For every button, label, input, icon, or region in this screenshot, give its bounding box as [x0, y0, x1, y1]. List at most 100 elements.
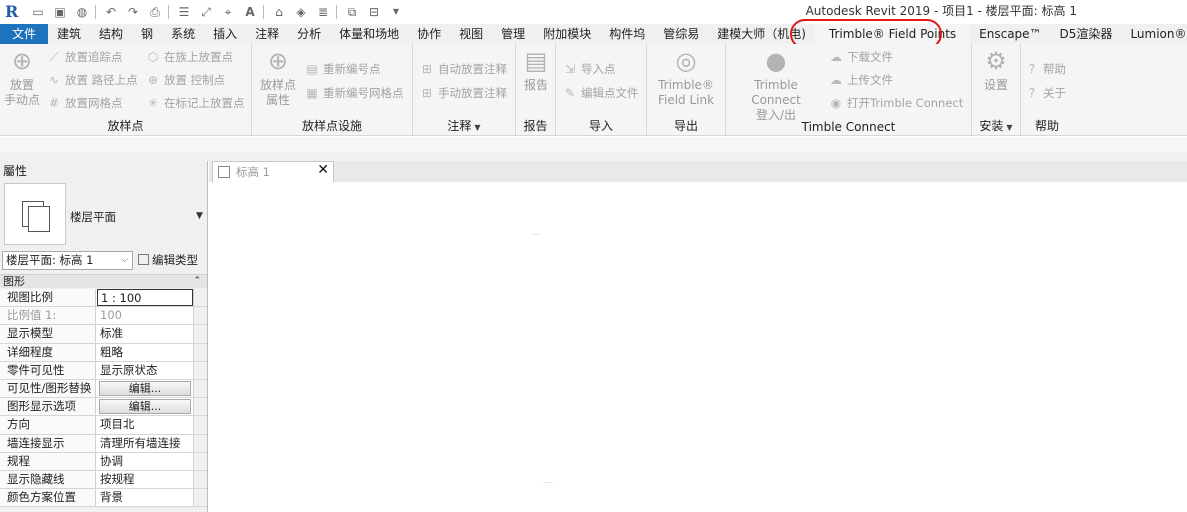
qat-dropdown-icon[interactable]: ▼ [389, 5, 403, 19]
tab-guanzongyi[interactable]: 管综易 [654, 24, 708, 44]
field-link-button[interactable]: ◎ Trimble® Field Link [651, 46, 721, 108]
tab-addins[interactable]: 附加模块 [534, 24, 600, 44]
edit-points-file-button[interactable]: ✎ 编辑点文件 [562, 82, 639, 104]
prop-value: 编辑... [97, 398, 193, 415]
switch-windows-icon[interactable]: ⊟ [367, 5, 381, 19]
help-icon: ? [1028, 62, 1036, 76]
save-icon[interactable]: ▣ [53, 5, 67, 19]
edit-type-label: 编辑类型 [152, 253, 198, 267]
prop-row-view-scale[interactable]: 视图比例 1 : 100 [0, 289, 207, 308]
report-button[interactable]: ▤ 报告 [514, 46, 558, 93]
tab-lumion[interactable]: Lumion® [1121, 24, 1187, 44]
upload-file-button[interactable]: ☁ 上传文件 [828, 69, 893, 91]
close-icon[interactable]: ✕ [317, 162, 329, 178]
tab-annotate[interactable]: 注释 [246, 24, 288, 44]
place-on-mark-button[interactable]: ✳ 在标记上放置点 [145, 92, 245, 114]
collapse-icon[interactable]: ⌃ [193, 275, 201, 288]
type-thumbnail[interactable] [4, 183, 66, 245]
measure-icon[interactable]: ☰ [177, 5, 191, 19]
renumber-points-button[interactable]: ▤ 重新编号点 [304, 58, 380, 80]
print-icon[interactable]: ⎙ [148, 5, 162, 19]
tab-enscape[interactable]: Enscape™ [970, 24, 1050, 44]
tab-steel[interactable]: 钢 [132, 24, 162, 44]
prop-value[interactable]: 显示原状态 [97, 362, 193, 379]
edit-graphic-display-button[interactable]: 编辑... [99, 399, 191, 415]
prop-row-wall-join-display[interactable]: 墙连接显示 清理所有墙连接 [0, 434, 207, 453]
tab-analyze[interactable]: 分析 [288, 24, 330, 44]
edit-visibility-button[interactable]: 编辑... [99, 380, 191, 396]
open-icon[interactable]: ▭ [31, 5, 45, 19]
type-dropdown-arrow[interactable]: ▼ [196, 211, 203, 221]
renumber-grid-points-button[interactable]: ▦ 重新编号网格点 [304, 82, 403, 104]
manual-tag-button[interactable]: ⊞ 手动放置注释 [419, 82, 507, 104]
type-name[interactable]: 楼层平面 [70, 209, 116, 225]
edit-type-button[interactable]: 编辑类型 [138, 251, 198, 270]
instance-selector[interactable]: 楼层平面: 标高 1 ⌵ [2, 251, 133, 270]
panel-title-trimble-connect: Timble Connect [801, 120, 896, 134]
prop-row-show-hidden-lines[interactable]: 显示隐藏线 按规程 [0, 470, 207, 490]
3d-view-icon[interactable]: ⌂ [272, 5, 286, 19]
download-file-button[interactable]: ☁ 下载文件 [828, 46, 893, 68]
prop-row-display-model[interactable]: 显示模型 标准 [0, 325, 207, 344]
revit-logo[interactable]: R [5, 3, 23, 21]
undo-icon[interactable]: ↶ [104, 5, 118, 19]
tab-d5-renderer[interactable]: D5渲染器 [1051, 24, 1122, 44]
prop-value[interactable]: 标准 [97, 325, 193, 342]
manual-tag-icon: ⊞ [421, 86, 433, 100]
tab-view[interactable]: 视图 [450, 24, 492, 44]
place-trace-point-button[interactable]: ⟋ 放置追踪点 [46, 46, 123, 68]
tab-modeling-master[interactable]: 建模大师（机电) [708, 24, 815, 44]
point-properties-button[interactable]: ⊕ 放样点 属性 [256, 46, 300, 108]
tab-massing-site[interactable]: 体量和场地 [330, 24, 408, 44]
tag-icon[interactable]: ⌖ [221, 5, 235, 19]
prop-value[interactable]: 项目北 [97, 416, 193, 433]
dimension-icon[interactable]: ⤢ [199, 5, 213, 19]
close-hidden-icon[interactable]: ⧉ [345, 5, 359, 19]
help-button[interactable]: ? 帮助 [1024, 58, 1066, 80]
prop-row-detail-level[interactable]: 详细程度 粗略 [0, 343, 207, 362]
view-tab-level-1[interactable]: 标高 1 ✕ [212, 161, 334, 182]
prop-row-discipline[interactable]: 规程 协调 [0, 452, 207, 471]
drawing-canvas[interactable] [209, 182, 1187, 512]
prop-value[interactable]: 粗略 [97, 344, 193, 361]
text-icon[interactable]: A [243, 5, 257, 19]
about-button[interactable]: ? 关于 [1024, 82, 1066, 104]
tab-file[interactable]: 文件 [0, 24, 49, 44]
redo-icon[interactable]: ↷ [126, 5, 140, 19]
prop-value[interactable]: 背景 [97, 489, 193, 506]
trimble-connect-login-button[interactable]: ● Trimble Connect 登入/出 [728, 46, 824, 123]
tab-architecture[interactable]: 建筑 [48, 24, 90, 44]
panel-title-annotate[interactable]: 注释 ▼ [413, 117, 515, 134]
section-icon[interactable]: ◈ [294, 5, 308, 19]
thin-lines-icon[interactable]: ≣ [316, 5, 330, 19]
tab-manage[interactable]: 管理 [492, 24, 534, 44]
place-grid-point-button[interactable]: # 放置网格点 [46, 92, 123, 114]
auto-tag-button[interactable]: ⊞ 自动放置注释 [419, 58, 507, 80]
place-on-path-button[interactable]: ∿ 放置 路径上点 [46, 69, 138, 91]
tab-systems[interactable]: 系统 [162, 24, 204, 44]
prop-row-orientation[interactable]: 方向 项目北 [0, 416, 207, 435]
open-trimble-connect-button[interactable]: ◉ 打开Trimble Connect [828, 92, 964, 114]
tab-structure[interactable]: 结构 [90, 24, 132, 44]
view-scale-input[interactable]: 1 : 100 [97, 289, 193, 307]
prop-value[interactable]: 按规程 [97, 471, 193, 488]
graphics-group-header[interactable]: 图形 ⌃ [0, 274, 207, 288]
tab-component-dock[interactable]: 构件坞 [600, 24, 654, 44]
place-control-point-button[interactable]: ⊕ 放置 控制点 [145, 69, 225, 91]
tab-trimble-field-points[interactable]: Trimble® Field Points [814, 24, 971, 44]
place-manual-point-button[interactable]: ⊕ 放置 手动点 [0, 46, 44, 108]
prop-row-parts-visibility[interactable]: 零件可见性 显示原状态 [0, 361, 207, 380]
tab-insert[interactable]: 插入 [204, 24, 246, 44]
place-on-mark-label: 在标记上放置点 [164, 96, 245, 110]
place-on-family-button[interactable]: ⬡ 在族上放置点 [145, 46, 233, 68]
settings-button[interactable]: ⚙ 设置 [974, 46, 1018, 93]
cloud-upload-icon: ☁ [830, 73, 842, 87]
panel-title-install[interactable]: 安装 ▼ [972, 117, 1020, 134]
properties-grid: 视图比例 1 : 100 比例值 1: 100 显示模型 标准 详细程度 粗略 零件可见… [0, 289, 207, 508]
prop-value[interactable]: 清理所有墙连接 [97, 435, 193, 452]
tab-collaborate[interactable]: 协作 [408, 24, 450, 44]
prop-value[interactable]: 协调 [97, 453, 193, 470]
sync-icon[interactable]: ◍ [75, 5, 89, 19]
prop-row-color-scheme-location[interactable]: 颜色方案位置 背景 [0, 489, 207, 508]
import-points-button[interactable]: ⇲ 导入点 [562, 58, 616, 80]
